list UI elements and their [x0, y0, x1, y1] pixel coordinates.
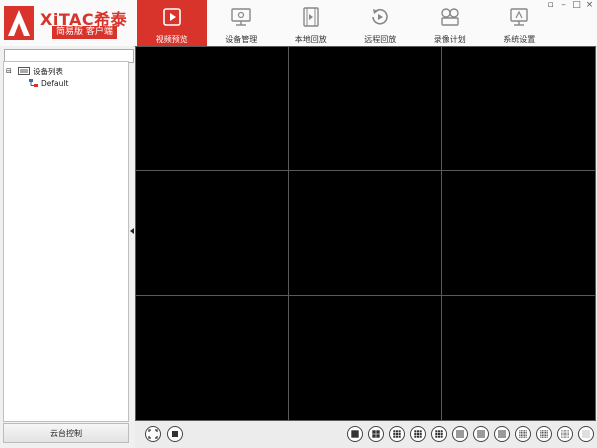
nav-label: 系统设置 — [503, 35, 536, 44]
video-grid — [135, 46, 596, 421]
stop-icon — [172, 431, 178, 437]
tree-expander-icon[interactable]: ⊟ — [6, 67, 15, 75]
layout-9-button[interactable] — [431, 426, 447, 442]
grid-layout-icon — [372, 430, 380, 438]
nav-label: 视频预览 — [155, 35, 188, 44]
grid-layout-icon — [519, 430, 527, 438]
nav-label: 设备管理 — [225, 35, 258, 44]
grid-layout-icon — [561, 430, 569, 438]
video-cell[interactable] — [136, 295, 289, 420]
device-list-icon — [18, 66, 30, 75]
nav-label: 本地回放 — [294, 35, 327, 44]
video-cell[interactable] — [289, 47, 442, 172]
nav-remote-playback[interactable]: 远程回放 — [346, 0, 416, 46]
layout-8-button[interactable] — [410, 426, 426, 442]
tree-item-label: Default — [41, 78, 69, 88]
restore-icon[interactable]: ▫ — [546, 1, 555, 10]
bottom-toolbar — [135, 421, 597, 448]
grid-layout-icon — [351, 430, 359, 438]
video-cell[interactable] — [442, 171, 595, 296]
layout-10-button[interactable] — [452, 426, 468, 442]
tree-root-label: 设备列表 — [33, 66, 63, 76]
device-tree[interactable]: ⊟ 设备列表 Default — [3, 61, 129, 422]
layout-64-button[interactable] — [578, 426, 594, 442]
fullscreen-icon — [148, 429, 158, 439]
grid-layout-icon — [414, 430, 422, 438]
layout-6-button[interactable] — [389, 426, 405, 442]
layout-36-button[interactable] — [557, 426, 573, 442]
layout-4-button[interactable] — [368, 426, 384, 442]
nav-label: 录像计划 — [433, 35, 466, 44]
system-settings-icon — [510, 8, 528, 26]
top-toolbar: XiTAC希泰 简易版 客户端 视频预览 设备管理 本地回放 远程回放 录像计划… — [0, 0, 597, 47]
video-cell[interactable] — [289, 171, 442, 296]
grid-layout-icon — [498, 430, 506, 438]
grid-layout-icon — [456, 430, 464, 438]
video-cell[interactable] — [136, 47, 289, 172]
nav-record-plan[interactable]: 录像计划 — [415, 0, 485, 46]
device-group-icon — [29, 78, 38, 87]
layout-buttons — [347, 426, 594, 442]
ptz-control-button[interactable]: 云台控制 — [3, 423, 129, 443]
maximize-icon[interactable]: □ — [572, 1, 581, 10]
video-preview-icon — [162, 8, 181, 26]
grid-layout-icon — [582, 430, 590, 438]
device-management-icon — [231, 8, 251, 26]
video-cell[interactable] — [442, 296, 595, 420]
grid-layout-icon — [540, 430, 548, 438]
window-controls: ▫ – □ × — [546, 1, 594, 10]
nav-device-management[interactable]: 设备管理 — [207, 0, 277, 46]
nav-system-settings[interactable]: 系统设置 — [485, 0, 555, 46]
fullscreen-button[interactable] — [145, 426, 161, 442]
nav-label: 远程回放 — [364, 35, 397, 44]
minimize-icon[interactable]: – — [559, 1, 568, 10]
layout-1-button[interactable] — [347, 426, 363, 442]
record-plan-icon — [441, 8, 459, 26]
layout-13-button[interactable] — [473, 426, 489, 442]
tree-root[interactable]: ⊟ 设备列表 — [6, 65, 63, 77]
grid-layout-icon — [435, 430, 443, 438]
device-sidebar: ⊟ 设备列表 Default 云台控制 — [0, 46, 134, 448]
grid-layout-icon — [477, 430, 485, 438]
tree-item-default[interactable]: Default — [29, 77, 68, 89]
collapse-sidebar-icon[interactable] — [130, 228, 134, 234]
layout-25-button[interactable] — [536, 426, 552, 442]
app-logo: XiTAC希泰 简易版 客户端 — [4, 4, 144, 42]
local-playback-icon — [303, 7, 319, 27]
nav-video-preview[interactable]: 视频预览 — [137, 0, 207, 46]
nav-local-playback[interactable]: 本地回放 — [276, 0, 346, 46]
video-cell[interactable] — [136, 171, 289, 296]
remote-playback-icon — [372, 8, 389, 25]
layout-20-button[interactable] — [515, 426, 531, 442]
brand-subtitle: 简易版 客户端 — [52, 26, 117, 39]
close-icon[interactable]: × — [585, 1, 594, 10]
stop-all-button[interactable] — [167, 426, 183, 442]
video-cell[interactable] — [289, 295, 442, 420]
main-nav: 视频预览 设备管理 本地回放 远程回放 录像计划 系统设置 — [137, 0, 554, 46]
layout-16-button[interactable] — [494, 426, 510, 442]
logo-mark — [4, 6, 34, 40]
grid-layout-icon — [393, 430, 401, 438]
video-cell[interactable] — [442, 47, 595, 172]
